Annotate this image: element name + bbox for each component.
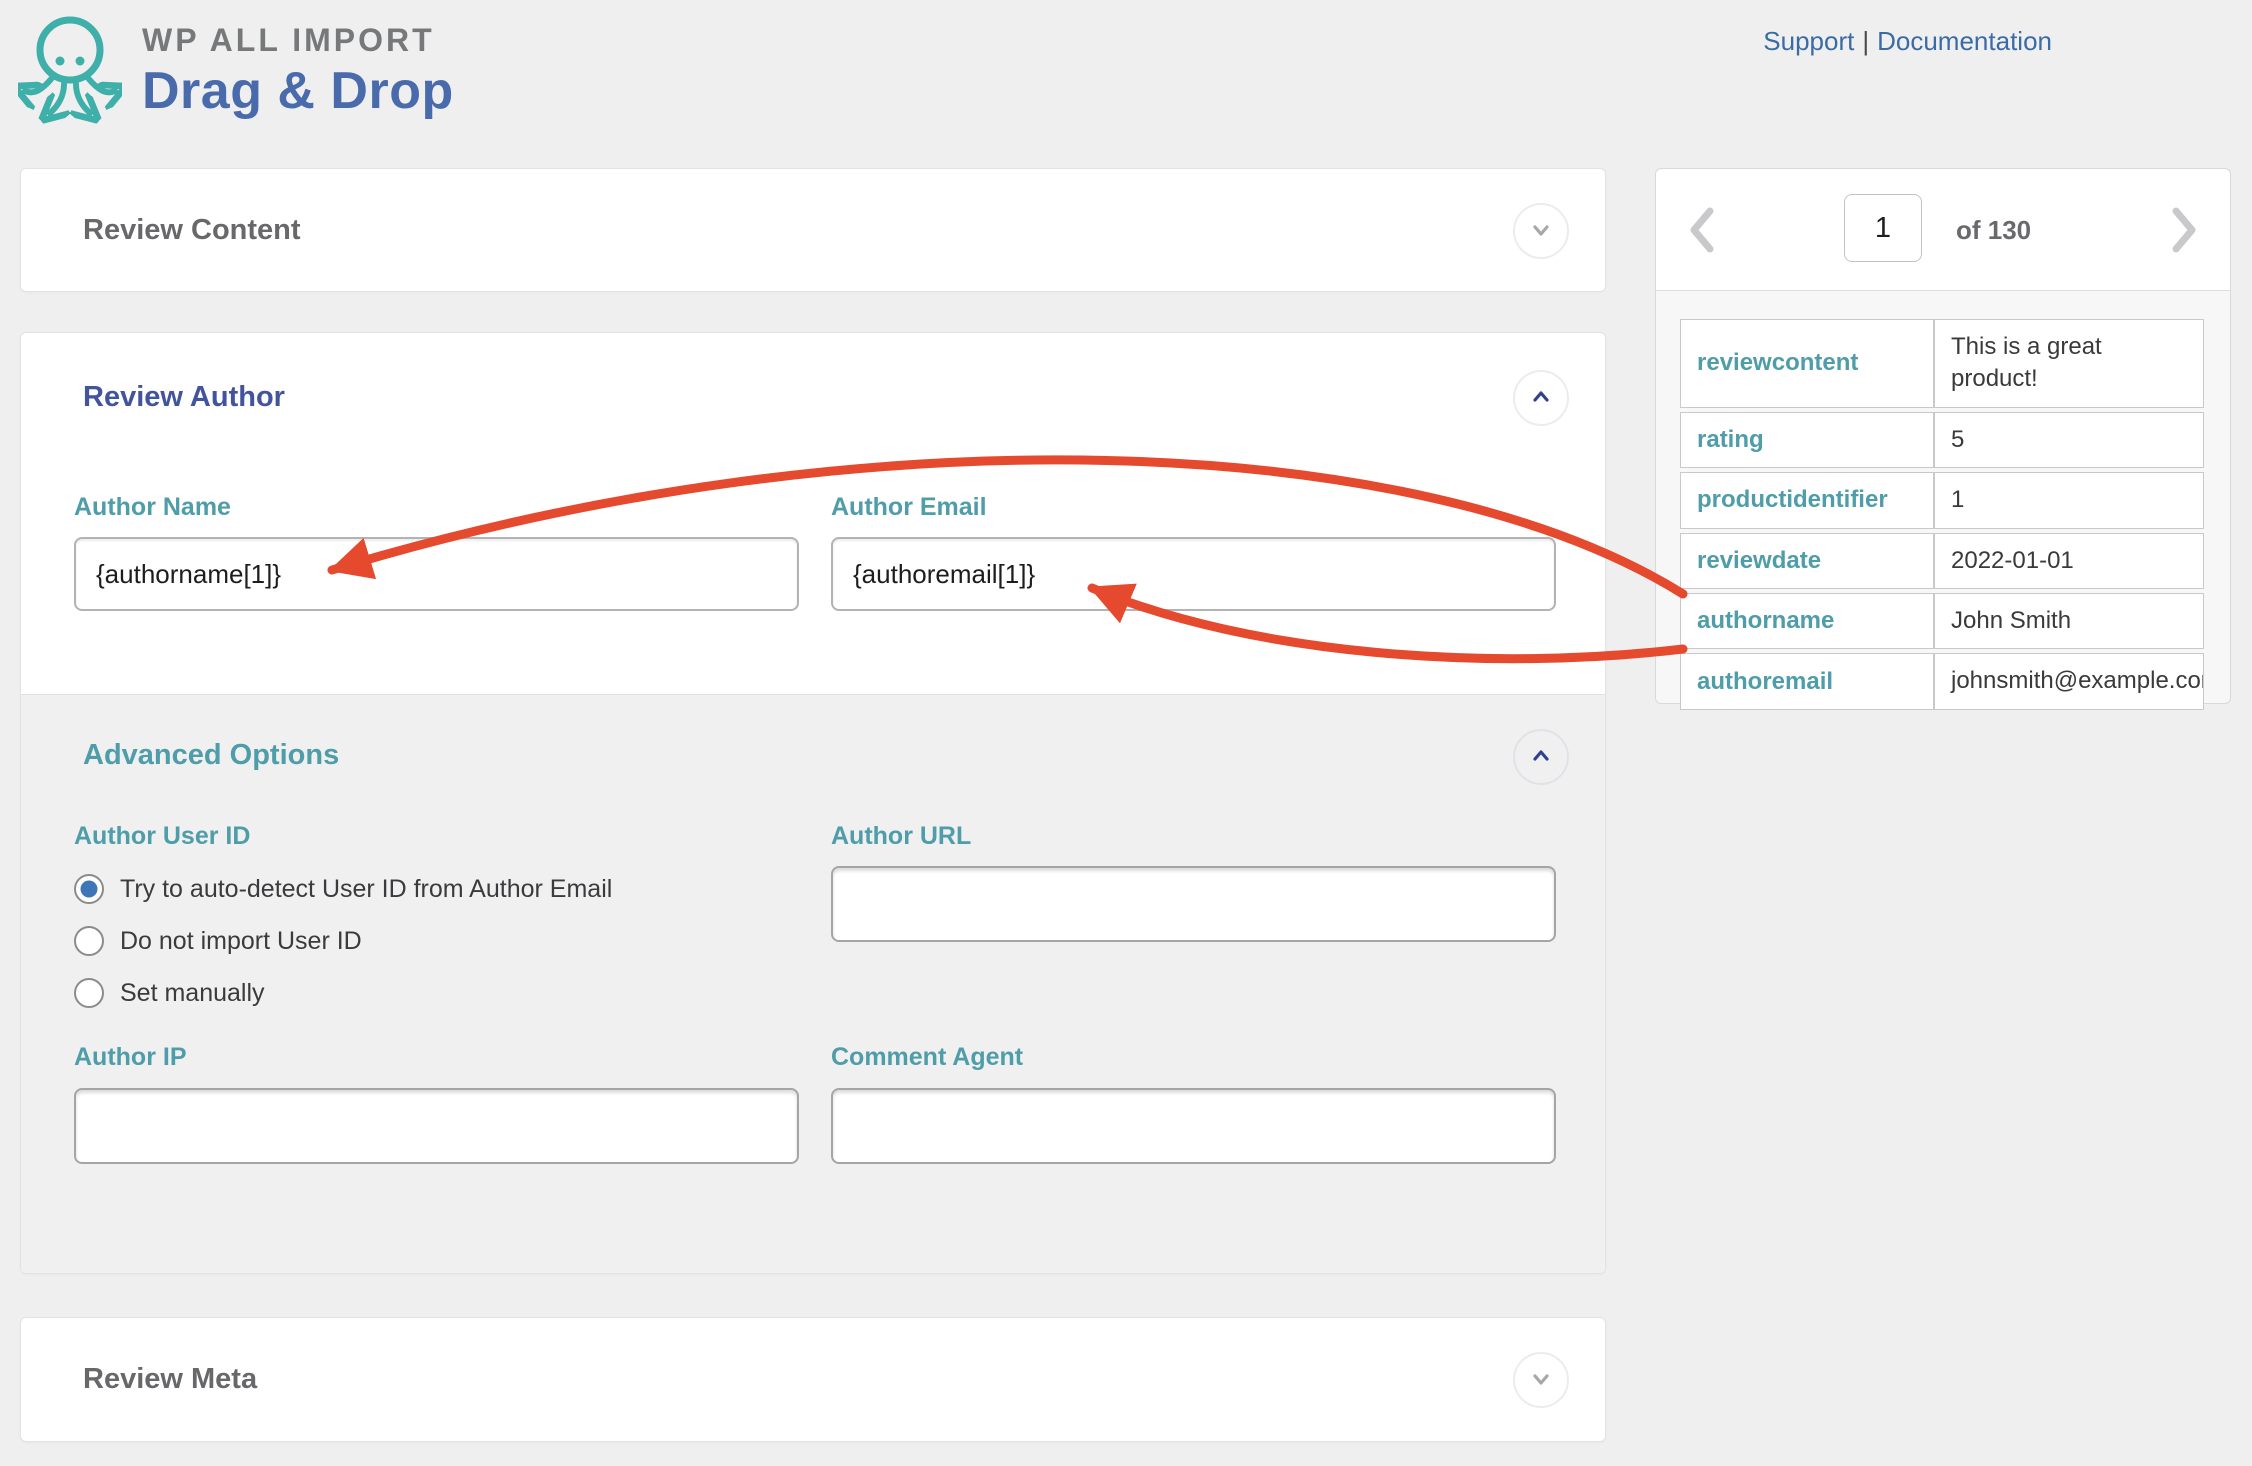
table-row: reviewdate 2022-01-01: [1680, 533, 2204, 589]
wp-all-import-page: WP ALL IMPORT Drag & Drop Support|Docume…: [0, 0, 2252, 1466]
radio-option-label: Try to auto-detect User ID from Author E…: [120, 875, 612, 904]
field-value: This is a great product!: [1934, 319, 2204, 408]
review-meta-panel: Review Meta: [20, 1317, 1606, 1442]
author-url-label: Author URL: [831, 822, 971, 851]
advanced-options-collapse-button[interactable]: [1513, 729, 1569, 785]
field-key-reviewcontent[interactable]: reviewcontent: [1680, 319, 1934, 408]
next-record-button[interactable]: [2164, 203, 2204, 257]
field-key-reviewdate[interactable]: reviewdate: [1680, 533, 1934, 589]
record-number-input[interactable]: [1844, 194, 1922, 262]
table-row: reviewcontent This is a great product!: [1680, 319, 2204, 408]
field-value: 2022-01-01: [1934, 533, 2204, 589]
advanced-options-section: Advanced Options Author User ID Try to a…: [21, 694, 1605, 1273]
chevron-right-icon: [2164, 245, 2204, 260]
author-ip-input[interactable]: [74, 1088, 799, 1164]
field-key-rating[interactable]: rating: [1680, 412, 1934, 468]
comment-agent-label: Comment Agent: [831, 1043, 1023, 1072]
author-email-label: Author Email: [831, 493, 987, 522]
table-row: productidentifier 1: [1680, 472, 2204, 528]
author-user-id-radio-group: Try to auto-detect User ID from Author E…: [74, 871, 612, 1027]
radio-unselected-icon[interactable]: [74, 926, 104, 956]
review-content-panel: Review Content: [20, 168, 1606, 292]
documentation-link[interactable]: Documentation: [1877, 26, 2052, 56]
radio-unselected-icon[interactable]: [74, 978, 104, 1008]
author-ip-label: Author IP: [74, 1043, 187, 1072]
field-value: John Smith: [1934, 593, 2204, 649]
field-value: 1: [1934, 472, 2204, 528]
radio-option-label: Do not import User ID: [120, 927, 362, 956]
chevron-up-icon: [1524, 380, 1558, 417]
top-bar: WP ALL IMPORT Drag & Drop Support|Docume…: [0, 0, 2252, 160]
review-content-expand-button[interactable]: [1513, 203, 1569, 259]
review-author-collapse-button[interactable]: [1513, 370, 1569, 426]
radio-option-set-manually[interactable]: Set manually: [74, 975, 612, 1011]
radio-option-do-not-import[interactable]: Do not import User ID: [74, 923, 612, 959]
field-value: johnsmith@example.com: [1934, 653, 2204, 709]
chevron-down-icon: [1524, 1362, 1558, 1399]
octopus-logo-icon: [18, 12, 122, 124]
field-key-authoremail[interactable]: authoremail: [1680, 653, 1934, 709]
author-email-input[interactable]: [831, 537, 1556, 611]
author-name-label: Author Name: [74, 493, 231, 522]
top-links: Support|Documentation: [1763, 26, 2052, 57]
author-url-input[interactable]: [831, 866, 1556, 942]
field-value: 5: [1934, 412, 2204, 468]
review-content-title: Review Content: [21, 214, 301, 247]
radio-selected-icon[interactable]: [74, 874, 104, 904]
review-meta-title: Review Meta: [21, 1363, 257, 1396]
record-fields-table: reviewcontent This is a great product! r…: [1680, 315, 2204, 714]
author-name-input[interactable]: [74, 537, 799, 611]
chevron-up-icon: [1524, 739, 1558, 776]
review-author-panel: Review Author Author Name Author Email A…: [20, 332, 1606, 1274]
radio-option-label: Set manually: [120, 979, 265, 1008]
table-row: authorname John Smith: [1680, 593, 2204, 649]
record-total-label: of 130: [1956, 215, 2031, 246]
page-title: Drag & Drop: [142, 61, 454, 121]
brand-small-title: WP ALL IMPORT: [142, 22, 454, 59]
comment-agent-input[interactable]: [831, 1088, 1556, 1164]
support-link[interactable]: Support: [1763, 26, 1854, 56]
advanced-options-title: Advanced Options: [83, 739, 339, 772]
brand-block: WP ALL IMPORT Drag & Drop: [142, 22, 454, 121]
record-navigation: of 130: [1656, 169, 2230, 291]
review-meta-expand-button[interactable]: [1513, 1352, 1569, 1408]
field-key-authorname[interactable]: authorname: [1680, 593, 1934, 649]
field-key-productidentifier[interactable]: productidentifier: [1680, 472, 1934, 528]
table-row: authoremail johnsmith@example.com: [1680, 653, 2204, 709]
links-separator: |: [1854, 26, 1877, 56]
review-author-title: Review Author: [83, 381, 285, 414]
radio-option-auto-detect[interactable]: Try to auto-detect User ID from Author E…: [74, 871, 612, 907]
table-row: rating 5: [1680, 412, 2204, 468]
previous-record-button[interactable]: [1682, 203, 1722, 257]
author-user-id-label: Author User ID: [74, 822, 250, 851]
data-preview-sidebar: of 130 reviewcontent This is a great pro…: [1655, 168, 2231, 704]
chevron-down-icon: [1524, 213, 1558, 250]
chevron-left-icon: [1682, 245, 1722, 260]
